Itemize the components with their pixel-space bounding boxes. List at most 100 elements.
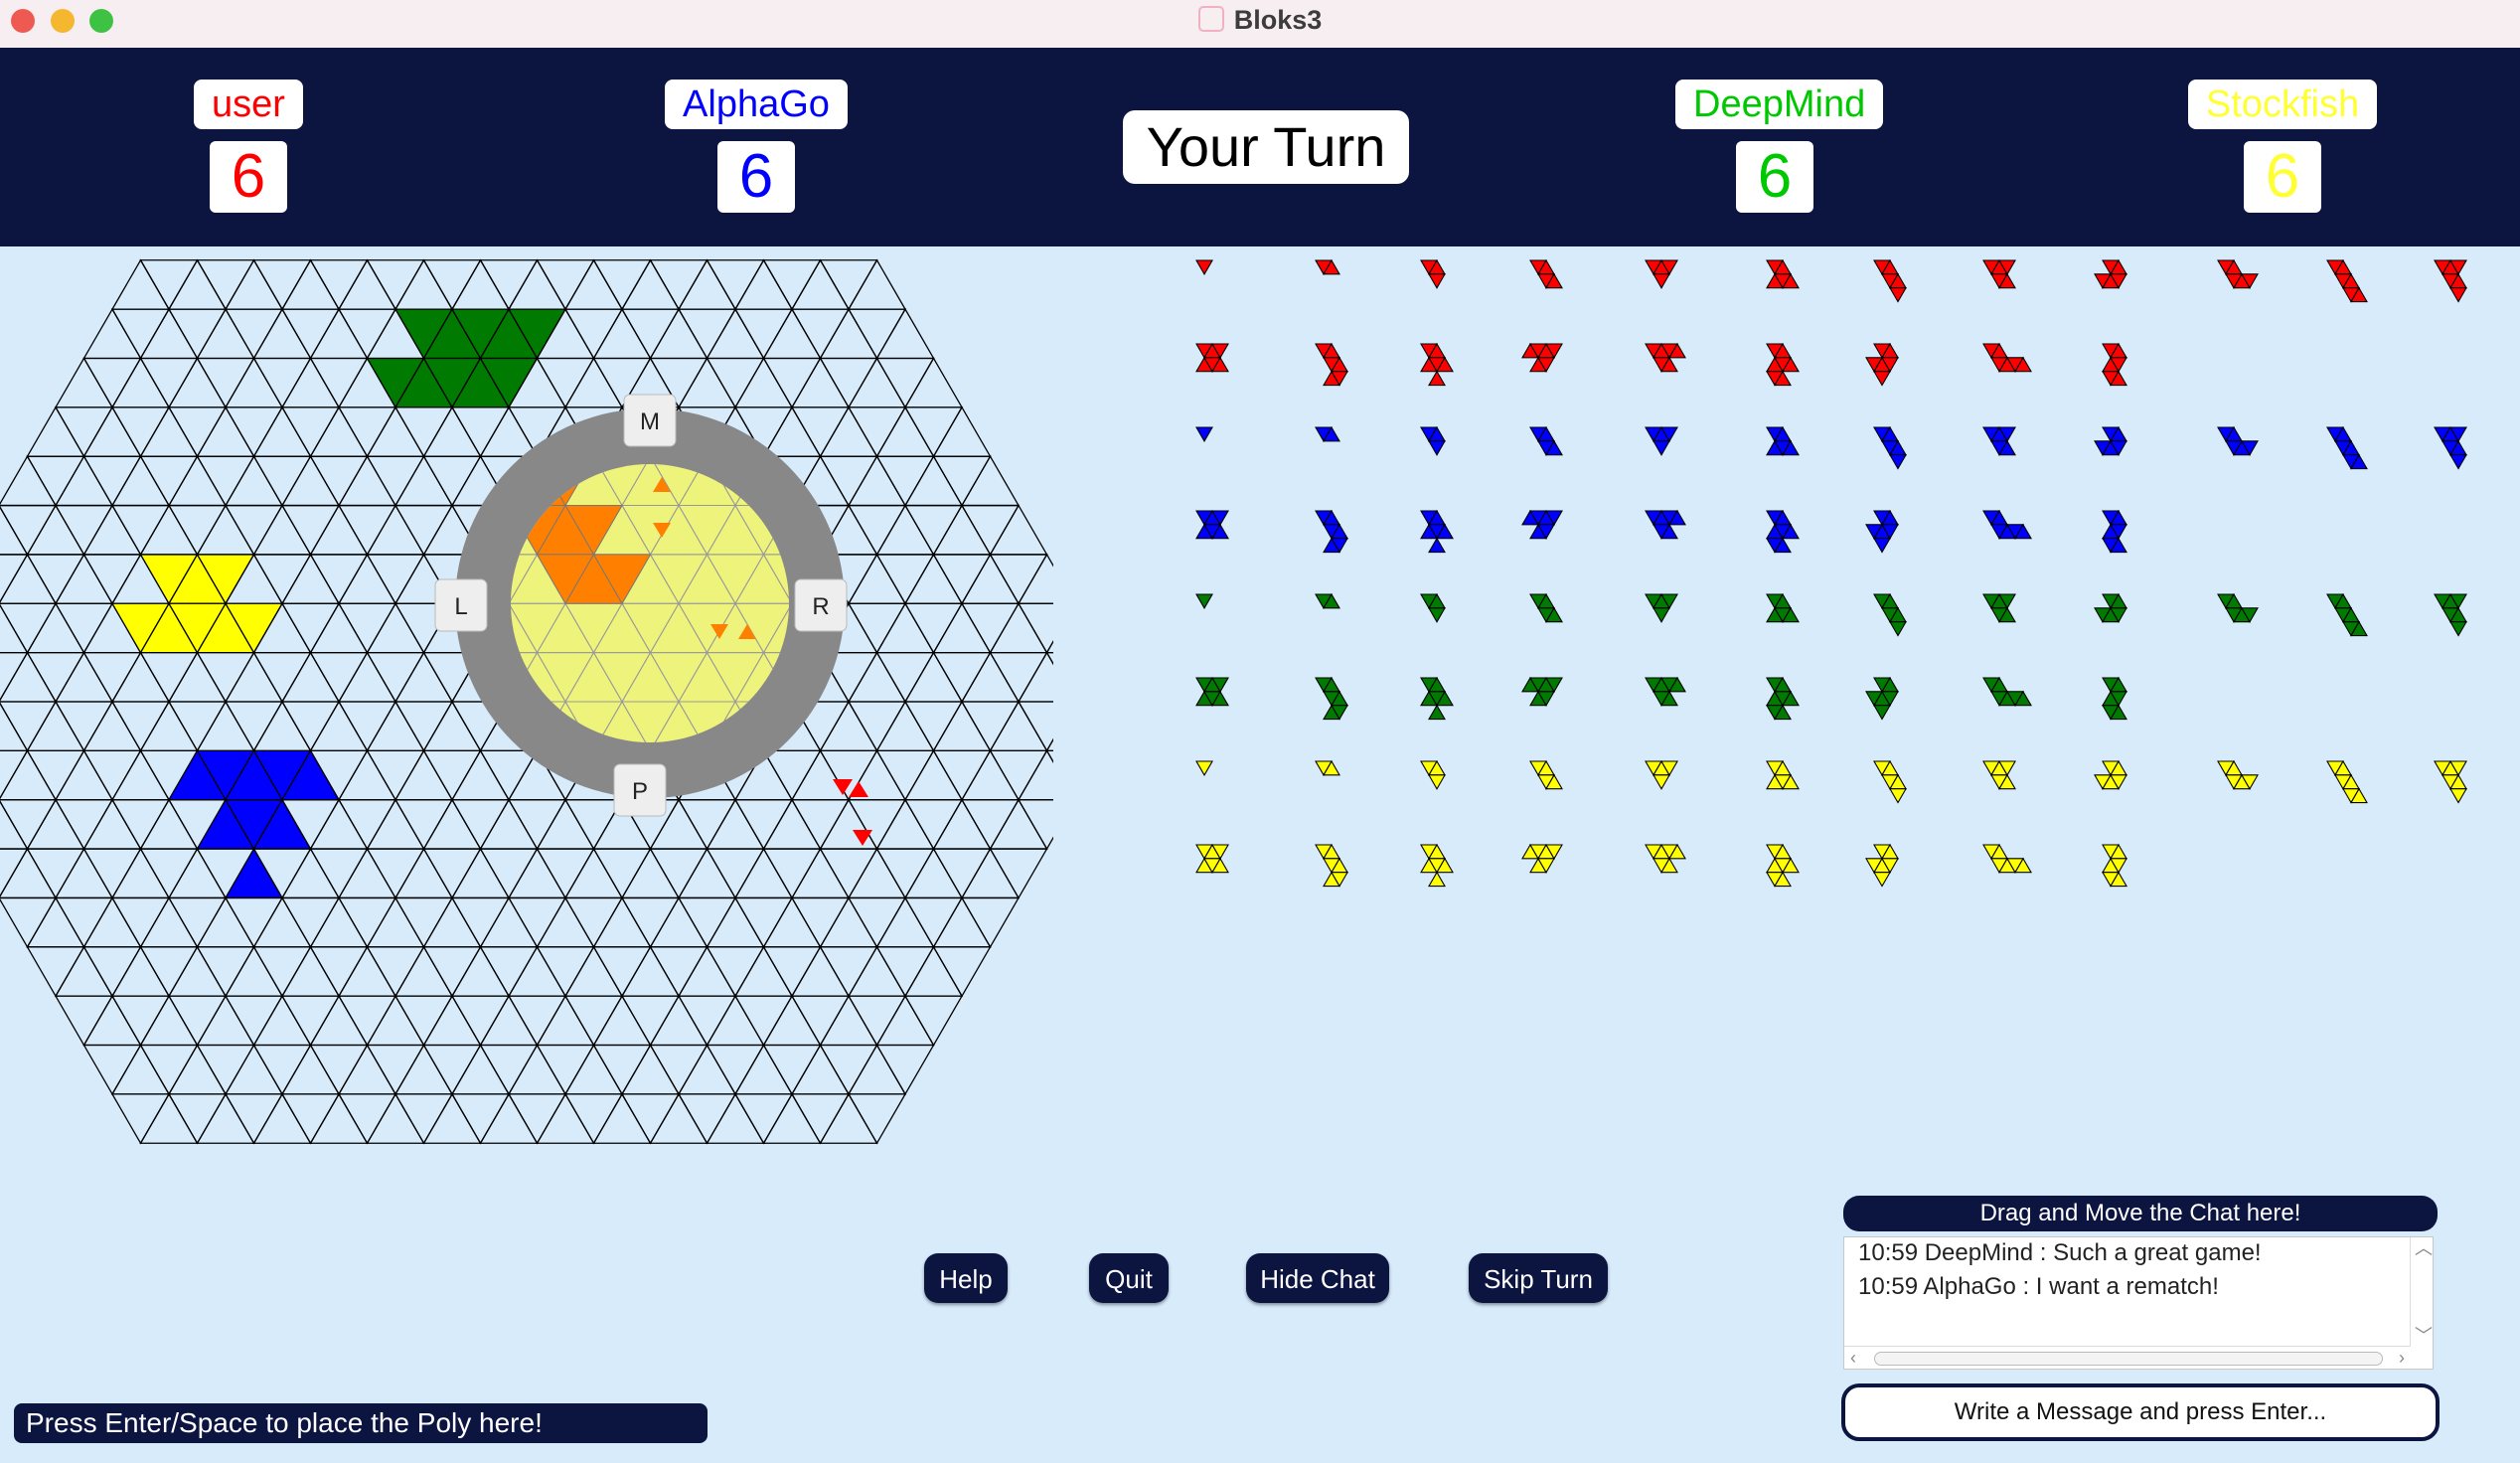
board-cell[interactable]	[139, 651, 199, 704]
board-cell[interactable]	[733, 995, 794, 1047]
yellow-piece[interactable]	[1645, 759, 1678, 790]
blue-piece[interactable]	[1766, 425, 1800, 456]
board-cell[interactable]	[26, 946, 85, 998]
board-cell[interactable]	[563, 258, 624, 310]
selected-piece-cell[interactable]	[339, 506, 395, 555]
board-cell[interactable]	[280, 1093, 341, 1145]
board-cell[interactable]	[394, 945, 454, 997]
board-cell[interactable]	[0, 701, 58, 752]
board-cell[interactable]	[167, 1093, 228, 1145]
board-cell[interactable]	[903, 749, 964, 801]
red-piece[interactable]	[1982, 342, 2032, 373]
board-cell[interactable]	[932, 601, 992, 654]
yellow-piece[interactable]	[1873, 759, 1907, 804]
red-piece[interactable]	[1521, 342, 1563, 373]
board-cell[interactable]	[337, 701, 397, 752]
board-cell[interactable]	[139, 1044, 199, 1096]
board-cell[interactable]	[196, 946, 255, 998]
board-cell[interactable]	[536, 259, 595, 311]
board-cell[interactable]	[110, 945, 171, 997]
board-cell[interactable]	[394, 258, 454, 310]
blue-piece[interactable]	[1982, 425, 2016, 456]
board-cell[interactable]	[309, 700, 369, 752]
board-cell[interactable]	[0, 799, 58, 851]
board-cell[interactable]	[110, 847, 171, 899]
board-cell[interactable]	[450, 258, 511, 310]
board-cell[interactable]	[366, 994, 425, 1047]
board-cell[interactable]	[733, 847, 794, 899]
board-cell[interactable]	[82, 455, 142, 507]
red-piece[interactable]	[1982, 258, 2016, 289]
board-cell[interactable]	[847, 701, 907, 752]
blue-piece[interactable]	[1645, 425, 1678, 456]
blue-piece[interactable]	[1982, 509, 2032, 540]
board-cell[interactable]	[620, 896, 681, 949]
board-cell[interactable]	[252, 651, 312, 704]
board-cell[interactable]	[26, 554, 85, 605]
board-cell[interactable]	[167, 847, 228, 899]
board-cell[interactable]	[563, 945, 624, 997]
board-cell[interactable]	[54, 406, 114, 458]
board-cell[interactable]	[592, 259, 652, 311]
board-cell[interactable]	[903, 651, 964, 703]
board-cell[interactable]	[790, 406, 851, 458]
board-cell[interactable]	[26, 406, 85, 457]
board-cell[interactable]	[819, 848, 878, 899]
board-cell[interactable]	[563, 896, 624, 949]
board-cell[interactable]	[790, 945, 851, 997]
chat-log[interactable]: 10:59 DeepMind : Such a great game! 10:5…	[1843, 1236, 2434, 1370]
board-cell[interactable]	[366, 504, 425, 556]
board-cell[interactable]	[903, 504, 964, 557]
board-cell[interactable]	[139, 357, 199, 409]
board-cell[interactable]	[592, 1044, 652, 1096]
yellow-piece[interactable]	[1529, 759, 1563, 790]
board-cell[interactable]	[733, 308, 794, 360]
board-cell[interactable]	[479, 406, 539, 457]
board-cell[interactable]	[903, 896, 964, 949]
board-cell[interactable]	[366, 1044, 425, 1096]
board-cell[interactable]	[366, 1092, 425, 1144]
board-cell[interactable]	[167, 454, 228, 507]
board-cell[interactable]	[875, 896, 935, 948]
board-cell[interactable]	[1017, 701, 1053, 752]
hide-chat-button[interactable]: Hide Chat	[1246, 1253, 1389, 1303]
board-cell[interactable]	[422, 259, 482, 311]
board-cell[interactable]	[450, 995, 511, 1047]
board-cell[interactable]	[26, 896, 85, 948]
board-cell[interactable]	[224, 896, 284, 949]
board-cell[interactable]	[875, 848, 935, 899]
board-cell[interactable]	[422, 1092, 482, 1144]
board-cell[interactable]	[224, 454, 284, 507]
board-cell[interactable]	[1017, 602, 1053, 654]
board-cell[interactable]	[252, 357, 312, 409]
board-cell[interactable]	[932, 749, 992, 802]
board-cell[interactable]	[82, 406, 142, 457]
board-cell[interactable]	[819, 1044, 878, 1096]
board-cell[interactable]	[422, 798, 482, 850]
board-cell[interactable]	[677, 357, 737, 408]
green-piece[interactable]	[1315, 592, 1340, 609]
blue-piece[interactable]	[2434, 425, 2467, 470]
board-cell[interactable]	[82, 1044, 142, 1096]
board-cell[interactable]	[960, 799, 1021, 851]
board-cell[interactable]	[167, 995, 228, 1047]
board-cell[interactable]	[790, 749, 851, 801]
board-cell[interactable]	[422, 994, 482, 1047]
board-cell[interactable]	[762, 749, 822, 802]
board-cell[interactable]	[762, 307, 822, 360]
yellow-piece[interactable]	[1420, 759, 1446, 790]
board-cell[interactable]	[649, 259, 709, 311]
board-cell[interactable]	[26, 504, 85, 556]
green-piece[interactable]	[1420, 592, 1446, 623]
board-cell[interactable]	[280, 602, 341, 654]
board-cell[interactable]	[309, 554, 369, 605]
board-cell[interactable]	[224, 945, 284, 997]
board-cell[interactable]	[903, 995, 964, 1047]
board-cell[interactable]	[196, 651, 255, 704]
board-cell[interactable]	[139, 994, 199, 1047]
board-cell[interactable]	[932, 848, 992, 899]
board-cell[interactable]	[592, 946, 652, 998]
board-cell[interactable]	[1045, 651, 1054, 702]
board-cell[interactable]	[592, 896, 652, 948]
board-cell[interactable]	[507, 945, 567, 997]
